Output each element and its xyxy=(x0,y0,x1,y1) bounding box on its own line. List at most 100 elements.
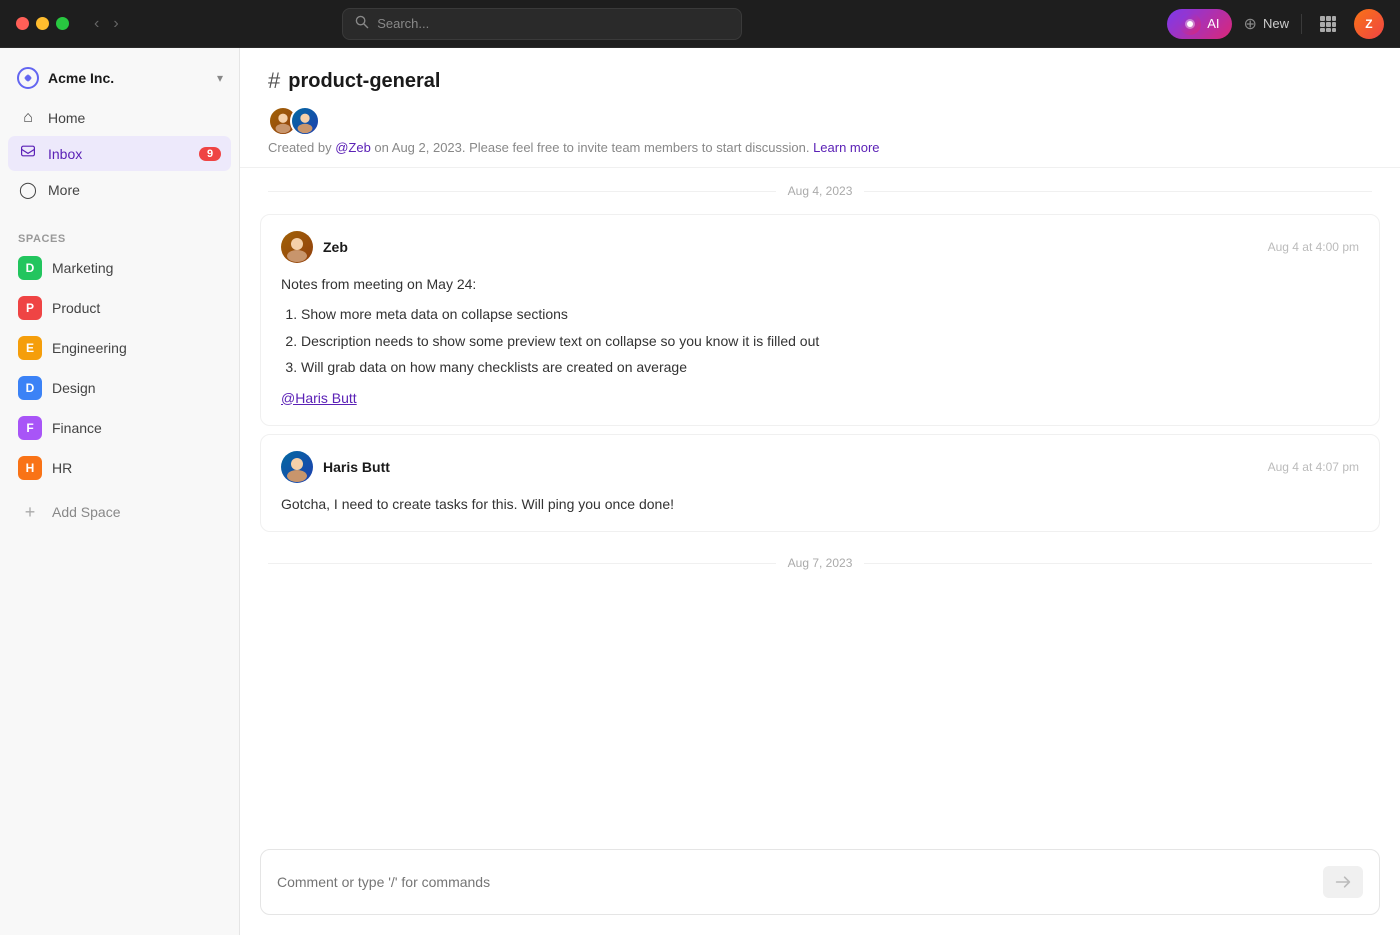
space-label: Design xyxy=(52,380,96,396)
nav-arrows: ‹ › xyxy=(89,13,124,35)
add-space-label: Add Space xyxy=(52,504,121,520)
workspace-header[interactable]: Acme Inc. ▾ xyxy=(0,60,239,102)
design-space-icon: D xyxy=(18,376,42,400)
sidebar-item-hr[interactable]: H HR xyxy=(8,449,231,487)
list-item: Will grab data on how many checklists ar… xyxy=(301,356,1359,378)
date-divider-aug7: Aug 7, 2023 xyxy=(240,540,1400,578)
inbox-icon xyxy=(18,143,38,164)
add-space-icon: + xyxy=(18,500,42,524)
inbox-badge: 9 xyxy=(199,147,221,161)
grid-menu-button[interactable] xyxy=(1314,10,1342,38)
description-mention[interactable]: @Zeb xyxy=(335,140,371,155)
sidebar-item-marketing[interactable]: D Marketing xyxy=(8,249,231,287)
channel-description: Created by @Zeb on Aug 2, 2023. Please f… xyxy=(268,140,1372,155)
close-button[interactable] xyxy=(16,17,29,30)
window-controls xyxy=(16,17,69,30)
msg-list: Show more meta data on collapse sections… xyxy=(281,303,1359,378)
channel-header: # product-general Created by @Zeb on Aug… xyxy=(240,48,1400,168)
main-layout: Acme Inc. ▾ ⌂ Home Inbox 9 ◯ More xyxy=(0,48,1400,935)
space-label: Marketing xyxy=(52,260,113,276)
sidebar-item-label: Home xyxy=(48,110,85,126)
content-area: # product-general Created by @Zeb on Aug… xyxy=(240,48,1400,935)
sidebar-item-more[interactable]: ◯ More xyxy=(8,173,231,207)
space-label: Finance xyxy=(52,420,102,436)
space-label: Engineering xyxy=(52,340,127,356)
sidebar-nav: ⌂ Home Inbox 9 ◯ More xyxy=(0,102,239,209)
message-avatar-zeb xyxy=(281,231,313,263)
member-avatar-haris xyxy=(290,106,320,136)
message-body-1: Notes from meeting on May 24: Show more … xyxy=(281,273,1359,409)
space-label: Product xyxy=(52,300,100,316)
more-icon: ◯ xyxy=(18,180,38,200)
hash-icon: # xyxy=(268,68,280,94)
date-label-aug4: Aug 4, 2023 xyxy=(788,184,853,198)
sidebar-item-product[interactable]: P Product xyxy=(8,289,231,327)
topbar: ‹ › Search... AI ⊕ New xyxy=(0,0,1400,48)
workspace-name: Acme Inc. xyxy=(48,70,114,86)
learn-more-link[interactable]: Learn more xyxy=(813,140,879,155)
message-card-2: Haris Butt Aug 4 at 4:07 pm Gotcha, I ne… xyxy=(260,434,1380,532)
ai-label: AI xyxy=(1207,16,1219,31)
send-icon xyxy=(1335,874,1351,890)
comment-area xyxy=(240,833,1400,935)
sidebar-item-finance[interactable]: F Finance xyxy=(8,409,231,447)
new-label: New xyxy=(1263,16,1289,31)
ai-avatar-icon xyxy=(1179,13,1201,35)
date-divider-aug4: Aug 4, 2023 xyxy=(240,168,1400,206)
message-time-1: Aug 4 at 4:00 pm xyxy=(1268,240,1359,254)
sidebar-item-home[interactable]: ⌂ Home xyxy=(8,102,231,134)
date-line xyxy=(864,191,1372,192)
home-icon: ⌂ xyxy=(18,109,38,127)
sidebar-item-label: More xyxy=(48,182,80,198)
message-header-1: Zeb Aug 4 at 4:00 pm xyxy=(281,231,1359,263)
messages-area: Aug 4, 2023 Zeb Aug 4 at 4:00 pm Notes f… xyxy=(240,168,1400,833)
spaces-list: D Marketing P Product E Engineering D De… xyxy=(0,249,239,489)
list-item: Description needs to show some preview t… xyxy=(301,330,1359,352)
comment-box xyxy=(260,849,1380,915)
new-button[interactable]: ⊕ New xyxy=(1244,14,1289,34)
sidebar-item-label: Inbox xyxy=(48,146,82,162)
search-placeholder: Search... xyxy=(377,16,429,31)
hr-space-icon: H xyxy=(18,456,42,480)
channel-title-row: # product-general xyxy=(268,68,1372,94)
space-label: HR xyxy=(52,460,72,476)
finance-space-icon: F xyxy=(18,416,42,440)
message-time-2: Aug 4 at 4:07 pm xyxy=(1268,460,1359,474)
product-space-icon: P xyxy=(18,296,42,320)
message-body-2: Gotcha, I need to create tasks for this.… xyxy=(281,493,1359,515)
marketing-space-icon: D xyxy=(18,256,42,280)
search-bar[interactable]: Search... xyxy=(342,8,742,40)
spaces-label: Spaces xyxy=(0,225,239,249)
date-line xyxy=(268,191,776,192)
message-mention[interactable]: @Haris Butt xyxy=(281,390,357,406)
add-space-button[interactable]: + Add Space xyxy=(8,493,231,531)
message-author-1: Zeb xyxy=(323,239,348,255)
message-avatar-haris xyxy=(281,451,313,483)
sidebar-item-design[interactable]: D Design xyxy=(8,369,231,407)
list-item: Show more meta data on collapse sections xyxy=(301,303,1359,325)
user-avatar[interactable]: Z xyxy=(1354,9,1384,39)
engineering-space-icon: E xyxy=(18,336,42,360)
comment-input[interactable] xyxy=(277,874,1313,890)
description-prefix: Created by xyxy=(268,140,335,155)
minimize-button[interactable] xyxy=(36,17,49,30)
channel-members xyxy=(268,106,1372,136)
ai-button[interactable]: AI xyxy=(1167,9,1231,39)
date-line xyxy=(864,563,1372,564)
back-button[interactable]: ‹ xyxy=(89,13,104,35)
message-header-2: Haris Butt Aug 4 at 4:07 pm xyxy=(281,451,1359,483)
message-author-2: Haris Butt xyxy=(323,459,390,475)
channel-name: product-general xyxy=(288,70,440,93)
workspace-chevron-icon: ▾ xyxy=(217,71,223,85)
forward-button[interactable]: › xyxy=(108,13,123,35)
comment-send-button[interactable] xyxy=(1323,866,1363,898)
maximize-button[interactable] xyxy=(56,17,69,30)
sidebar-item-engineering[interactable]: E Engineering xyxy=(8,329,231,367)
message-card-1: Zeb Aug 4 at 4:00 pm Notes from meeting … xyxy=(260,214,1380,426)
date-line xyxy=(268,563,776,564)
sidebar-item-inbox[interactable]: Inbox 9 xyxy=(8,136,231,171)
msg-text: Gotcha, I need to create tasks for this.… xyxy=(281,493,1359,515)
topbar-divider xyxy=(1301,14,1302,34)
new-plus-icon: ⊕ xyxy=(1244,14,1257,34)
workspace-logo-icon xyxy=(16,66,40,90)
